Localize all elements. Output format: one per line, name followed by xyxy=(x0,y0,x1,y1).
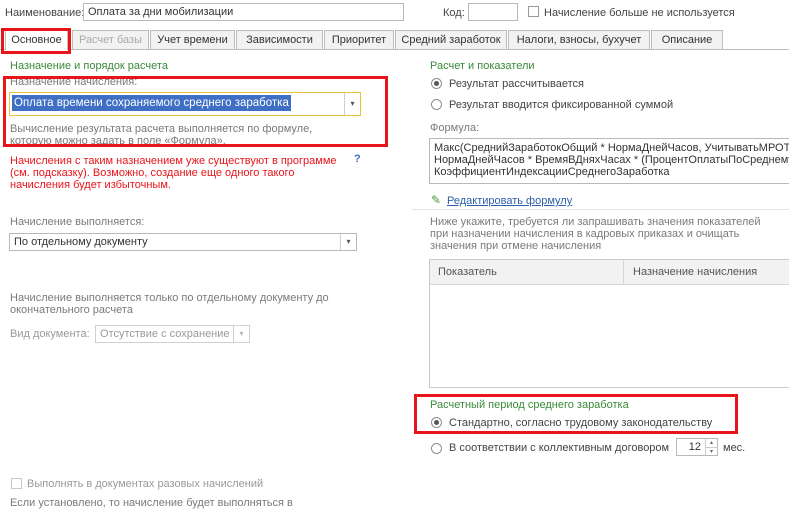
tab-base-calc[interactable]: Расчет базы xyxy=(72,30,149,49)
help-icon[interactable]: ? xyxy=(354,153,361,165)
spin-up-icon[interactable]: ▴ xyxy=(706,439,717,448)
tab-main[interactable]: Основное xyxy=(5,30,68,50)
col-indicator[interactable]: Показатель xyxy=(438,266,497,278)
radio-fixed[interactable] xyxy=(431,99,442,110)
chevron-down-icon[interactable]: ▾ xyxy=(340,234,356,250)
spin-down-icon[interactable]: ▾ xyxy=(706,448,717,455)
executed-dropdown[interactable]: По отдельному документу ▾ xyxy=(9,233,357,251)
radio-period-collective-label[interactable]: В соответствии с коллективным договором xyxy=(449,442,669,454)
formula-line3: КоэффициентИндексацииСреднегоЗаработка xyxy=(434,166,670,178)
executed-hint-line2: окончательного расчета xyxy=(10,304,133,316)
chevron-down-icon[interactable]: ▾ xyxy=(344,93,360,115)
executed-label: Начисление выполняется: xyxy=(10,216,145,228)
purpose-hint-line1: Вычисление результата расчета выполняетс… xyxy=(10,123,313,135)
one-time-checkbox-label[interactable]: Выполнять в документах разовых начислени… xyxy=(27,478,263,490)
warning-line2: (см. подсказку). Возможно, создание еще … xyxy=(10,167,295,179)
period-months-input[interactable]: 12 ▴ ▾ xyxy=(676,438,718,456)
left-section-title: Назначение и порядок расчета xyxy=(10,60,168,72)
doc-type-label: Вид документа: xyxy=(10,328,90,340)
tab-underline xyxy=(0,49,789,50)
period-months-value: 12 xyxy=(688,441,701,453)
doc-type-dropdown[interactable]: Отсутствие с сохранение ▾ xyxy=(95,325,250,343)
radio-fixed-label[interactable]: Результат вводится фиксированной суммой xyxy=(449,99,673,111)
tab-average-earnings[interactable]: Средний заработок xyxy=(395,30,507,49)
radio-calculated[interactable] xyxy=(431,78,442,89)
unused-checkbox-label[interactable]: Начисление больше не используется xyxy=(544,7,735,19)
pencil-icon: ✎ xyxy=(431,193,442,207)
chevron-down-icon[interactable]: ▾ xyxy=(233,326,249,342)
indicators-hint-line3: значения при отмене начисления xyxy=(430,240,602,252)
edit-formula-link[interactable]: Редактировать формулу xyxy=(447,195,572,207)
formula-field[interactable]: Макс(СреднийЗаработокОбщий * НормаДнейЧа… xyxy=(429,138,789,184)
spinner[interactable]: ▴ ▾ xyxy=(705,439,717,455)
warning-line1: Начисления с таким назначением уже сущес… xyxy=(10,155,337,167)
unused-checkbox[interactable] xyxy=(528,6,539,17)
tab-time-accounting[interactable]: Учет времени xyxy=(150,30,235,49)
formula-line1: Макс(СреднийЗаработокОбщий * НормаДнейЧа… xyxy=(434,142,789,154)
col-separator xyxy=(623,260,624,284)
purpose-label: Назначение начисления: xyxy=(10,76,138,88)
executed-dropdown-value: По отдельному документу xyxy=(14,236,148,248)
one-time-hint: Если установлено, то начисление будет вы… xyxy=(10,497,293,509)
purpose-hint-line2: которую можно задать в поле «Формула». xyxy=(10,135,226,147)
indicators-table[interactable]: Показатель Назначение начисления xyxy=(429,259,789,388)
indicators-hint-line1: Ниже укажите, требуется ли запрашивать з… xyxy=(430,216,761,228)
col-purpose[interactable]: Назначение начисления xyxy=(633,266,757,278)
tab-dependencies[interactable]: Зависимости xyxy=(236,30,323,49)
indicators-table-header: Показатель Назначение начисления xyxy=(430,260,789,285)
purpose-dropdown[interactable]: Оплата времени сохраняемого среднего зар… xyxy=(9,92,361,116)
warning-line3: начисления будет избыточным. xyxy=(10,179,171,191)
radio-period-standard[interactable] xyxy=(431,417,442,428)
radio-period-standard-label[interactable]: Стандартно, согласно трудовому законодат… xyxy=(449,417,712,429)
period-months-unit: мес. xyxy=(723,442,746,454)
name-input[interactable]: Оплата за дни мобилизации xyxy=(83,3,404,21)
period-title: Расчетный период среднего заработка xyxy=(430,399,629,411)
divider xyxy=(412,209,789,210)
code-label: Код: xyxy=(443,7,465,19)
formula-label: Формула: xyxy=(430,122,480,134)
executed-hint-line1: Начисление выполняется только по отдельн… xyxy=(10,292,329,304)
doc-type-dropdown-value: Отсутствие с сохранение xyxy=(100,328,230,340)
one-time-checkbox[interactable] xyxy=(11,478,22,489)
right-section-title: Расчет и показатели xyxy=(430,60,535,72)
radio-period-collective[interactable] xyxy=(431,443,442,454)
tab-priority[interactable]: Приоритет xyxy=(324,30,394,49)
code-input[interactable] xyxy=(468,3,518,21)
tab-description[interactable]: Описание xyxy=(651,30,723,49)
tab-taxes[interactable]: Налоги, взносы, бухучет xyxy=(508,30,650,49)
radio-calculated-label[interactable]: Результат рассчитывается xyxy=(449,78,584,90)
indicators-hint-line2: при назначении начисления в кадровых при… xyxy=(430,228,740,240)
name-label: Наименование: xyxy=(5,7,85,19)
formula-line2: НормаДнейЧасов * ВремяВДняхЧасах * (Проц… xyxy=(434,154,789,166)
purpose-dropdown-value: Оплата времени сохраняемого среднего зар… xyxy=(12,95,291,111)
